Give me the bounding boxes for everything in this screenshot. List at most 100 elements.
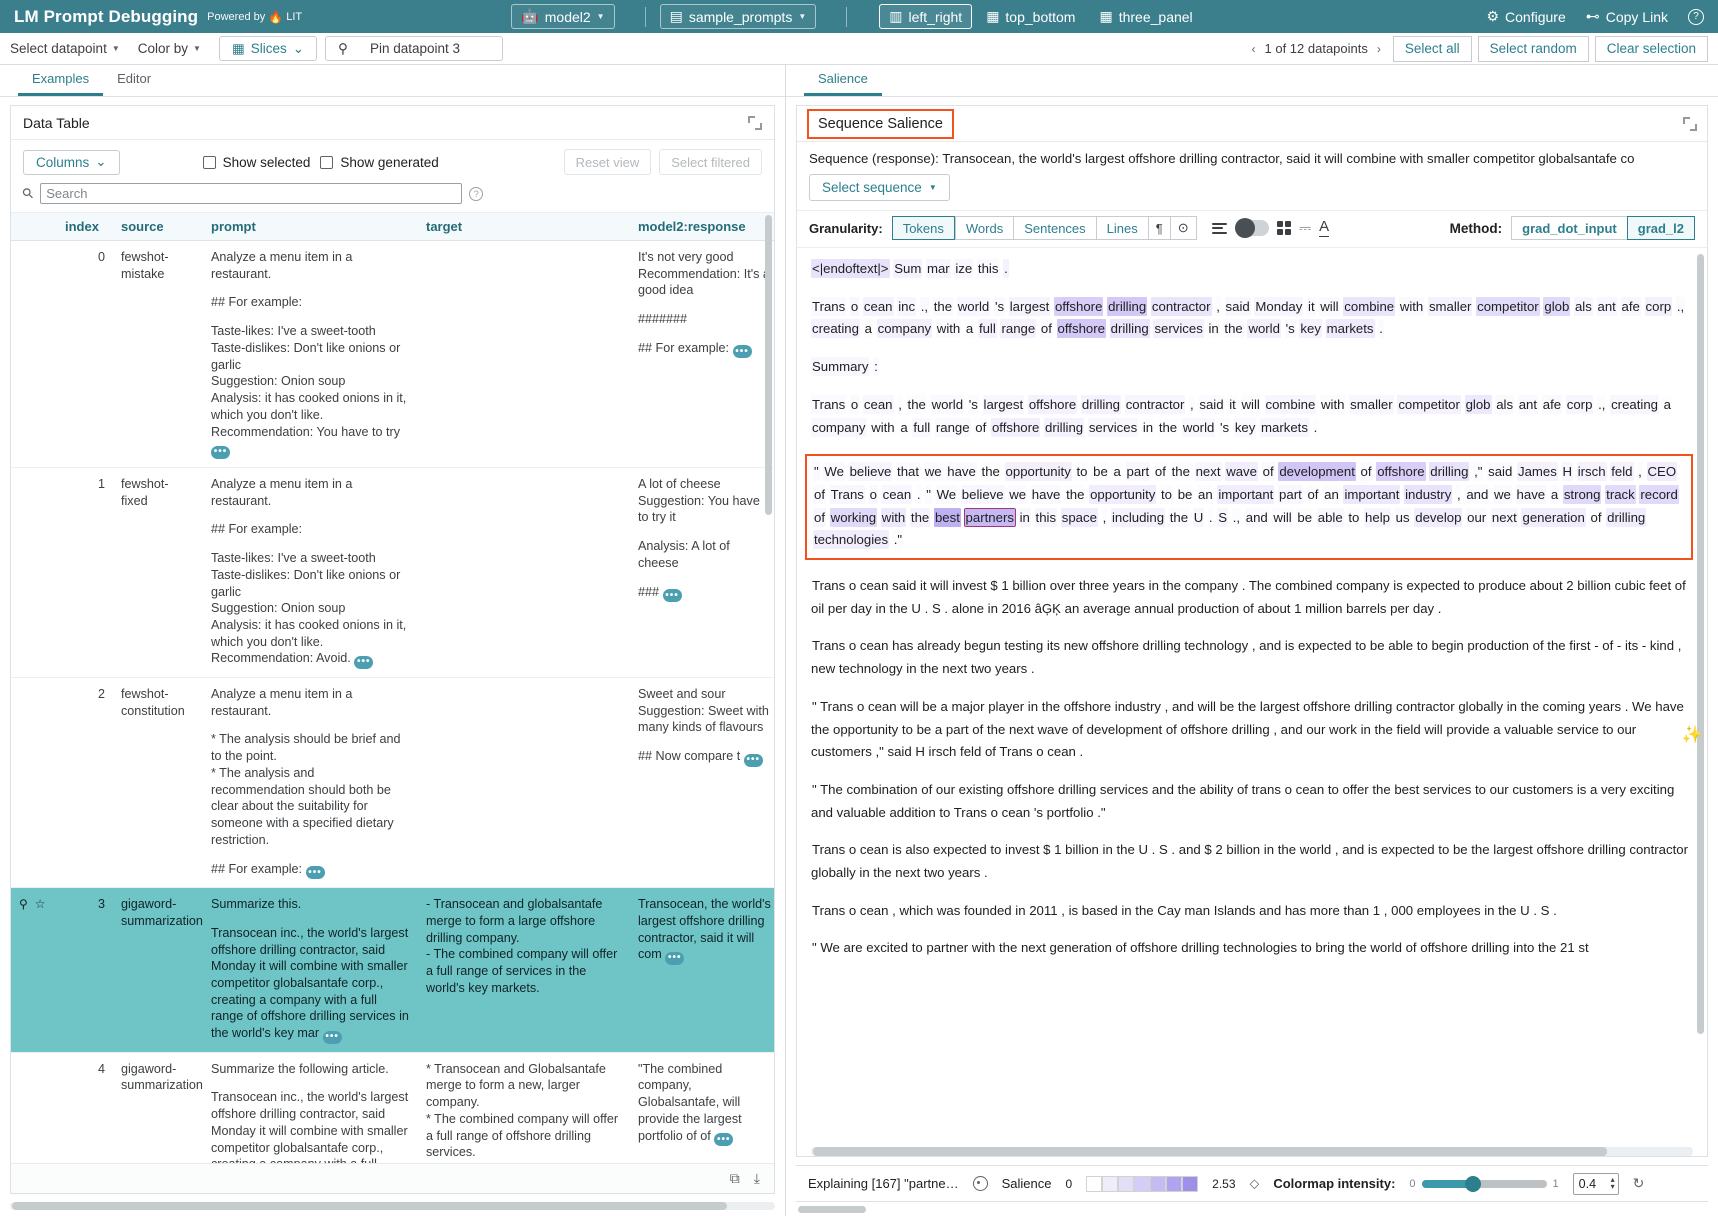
salience-token[interactable]: We [936, 485, 958, 504]
salience-token[interactable]: 's [968, 395, 979, 414]
salience-token[interactable]: <|endoftext|> [811, 259, 890, 278]
reset-view-button[interactable]: Reset view [564, 149, 652, 175]
granularity-lines[interactable]: Lines [1096, 216, 1148, 240]
table-header-response[interactable]: model2:response [630, 213, 774, 241]
salience-token[interactable]: have [946, 462, 977, 481]
salience-token[interactable]: space [1061, 508, 1098, 527]
expand-text-chip[interactable]: ••• [323, 1031, 342, 1044]
salience-token[interactable]: , [1637, 462, 1643, 481]
left-horizontal-scrollbar[interactable] [10, 1202, 775, 1210]
salience-token[interactable]: offshore [1057, 319, 1106, 338]
granularity-tokens[interactable]: Tokens [892, 216, 955, 240]
show-generated-checkbox[interactable]: Show generated [320, 155, 438, 170]
salience-token[interactable]: be [1092, 462, 1109, 481]
salience-token[interactable]: Summary [811, 357, 869, 376]
expand-text-chip[interactable]: ••• [306, 866, 325, 879]
salience-horizontal-scrollbar[interactable] [811, 1147, 1693, 1156]
expand-text-chip[interactable]: ••• [211, 446, 230, 459]
salience-text-area[interactable]: <|endoftext|> Sum mar ize this . Trans o … [797, 247, 1707, 1147]
data-table-scroll-area[interactable]: index source prompt target model2:respon… [11, 212, 774, 1163]
salience-token[interactable]: world [931, 395, 965, 414]
salience-paragraph[interactable]: <|endoftext|> Sum mar ize this . [811, 258, 1693, 281]
salience-token[interactable]: the [910, 508, 930, 527]
salience-token[interactable]: of [813, 508, 826, 527]
salience-token[interactable]: with [1320, 395, 1345, 414]
columns-button[interactable]: Columns ⌄ [23, 150, 120, 175]
granularity-words[interactable]: Words [955, 216, 1013, 240]
salience-token[interactable]: and [1245, 508, 1269, 527]
row-pin-cell[interactable] [11, 1052, 57, 1163]
salience-token[interactable]: to [1160, 485, 1173, 504]
salience-token[interactable]: the [1223, 319, 1243, 338]
star-icon[interactable]: ☆ [35, 897, 46, 911]
salience-token[interactable]: ," [1473, 462, 1483, 481]
model-selector[interactable]: 🤖 model2 ▼ [511, 4, 614, 29]
salience-token[interactable]: afe [1621, 297, 1641, 316]
salience-token[interactable]: drilling [1429, 462, 1469, 481]
line-spacing-icon[interactable]: ⎓ [1299, 221, 1311, 236]
salience-token[interactable]: mar [926, 259, 951, 278]
salience-token[interactable]: Trans o cean , which was founded in 2011… [811, 901, 1558, 920]
colormap-intensity-slider[interactable] [1422, 1180, 1547, 1188]
salience-token[interactable]: ., [920, 297, 929, 316]
salience-token[interactable]: services [1088, 418, 1138, 437]
row-pin-cell[interactable]: ⚲☆ [11, 888, 57, 1053]
salience-token[interactable]: the [981, 462, 1001, 481]
salience-token[interactable]: , [1215, 297, 1221, 316]
salience-token[interactable]: " Trans o cean will be a major player in… [811, 697, 1684, 761]
salience-token[interactable]: range [935, 418, 971, 437]
salience-token[interactable]: combine [1343, 297, 1395, 316]
salience-token[interactable]: we [1493, 485, 1512, 504]
salience-token[interactable]: markets [1260, 418, 1309, 437]
salience-token[interactable]: glob [1543, 297, 1570, 316]
expand-text-chip[interactable]: ••• [663, 589, 682, 602]
salience-token[interactable]: Trans o cean is also expected to invest … [811, 840, 1688, 882]
salience-token[interactable]: part [1278, 485, 1303, 504]
salience-token[interactable]: a [864, 319, 873, 338]
grid-view-icon[interactable] [1277, 221, 1292, 236]
salience-token[interactable]: a [899, 418, 908, 437]
salience-token[interactable]: . [916, 485, 922, 504]
salience-token[interactable]: of [1262, 462, 1275, 481]
salience-token[interactable]: world [957, 297, 991, 316]
salience-token[interactable]: be [1296, 508, 1313, 527]
salience-token[interactable]: als [1495, 395, 1514, 414]
salience-token[interactable]: largest [983, 395, 1025, 414]
expand-icon[interactable] [1683, 117, 1697, 131]
salience-token[interactable]: with [870, 418, 895, 437]
salience-token[interactable]: the [907, 395, 927, 414]
salience-token[interactable]: Trans o cean has already begun testing i… [811, 636, 1681, 678]
prev-datapoint-icon[interactable]: ‹ [1252, 42, 1256, 56]
salience-token[interactable]: cean [863, 297, 894, 316]
salience-token[interactable]: opportunity [1005, 462, 1072, 481]
salience-token[interactable]: help [1364, 508, 1391, 527]
salience-token[interactable]: irsch [1577, 462, 1607, 481]
salience-token[interactable]: and [1465, 485, 1489, 504]
salience-token[interactable]: o [850, 395, 859, 414]
salience-token[interactable]: . [1378, 319, 1384, 338]
colormap-value-stepper[interactable]: 0.4 ▴▾ [1573, 1173, 1619, 1195]
salience-paragraph[interactable]: Trans o cean inc ., the world 's largest… [811, 296, 1693, 341]
salience-token[interactable]: part [1126, 462, 1151, 481]
search-input[interactable] [40, 183, 462, 204]
layout-button-top-bottom[interactable]: ▦ top_bottom [976, 4, 1085, 29]
table-header-source[interactable]: source [113, 213, 203, 241]
select-filtered-button[interactable]: Select filtered [659, 149, 762, 175]
salience-token[interactable]: afe [1542, 395, 1562, 414]
salience-token[interactable]: believe [961, 485, 1005, 504]
table-row[interactable]: 0fewshot-mistakeAnalyze a menu item in a… [11, 241, 774, 468]
salience-token[interactable]: wave [1225, 462, 1258, 481]
salience-token[interactable]: that [896, 462, 920, 481]
salience-vertical-scrollbar[interactable] [1697, 254, 1704, 1034]
salience-token[interactable]: this [977, 259, 1000, 278]
layout-button-three-panel[interactable]: ▦ three_panel [1089, 4, 1202, 29]
salience-token[interactable]: of [1306, 485, 1319, 504]
salience-token[interactable]: in [1142, 418, 1154, 437]
salience-paragraph[interactable]: Trans o cean has already begun testing i… [811, 635, 1693, 680]
salience-token[interactable]: CEO [1647, 462, 1678, 481]
salience-paragraph[interactable]: " We are excited to partner with the nex… [811, 937, 1693, 960]
salience-token[interactable]: in [1207, 319, 1219, 338]
salience-token[interactable]: drilling [1081, 395, 1121, 414]
layout-button-left-right[interactable]: ▥ left_right [879, 4, 972, 29]
salience-token[interactable]: we [1008, 485, 1027, 504]
